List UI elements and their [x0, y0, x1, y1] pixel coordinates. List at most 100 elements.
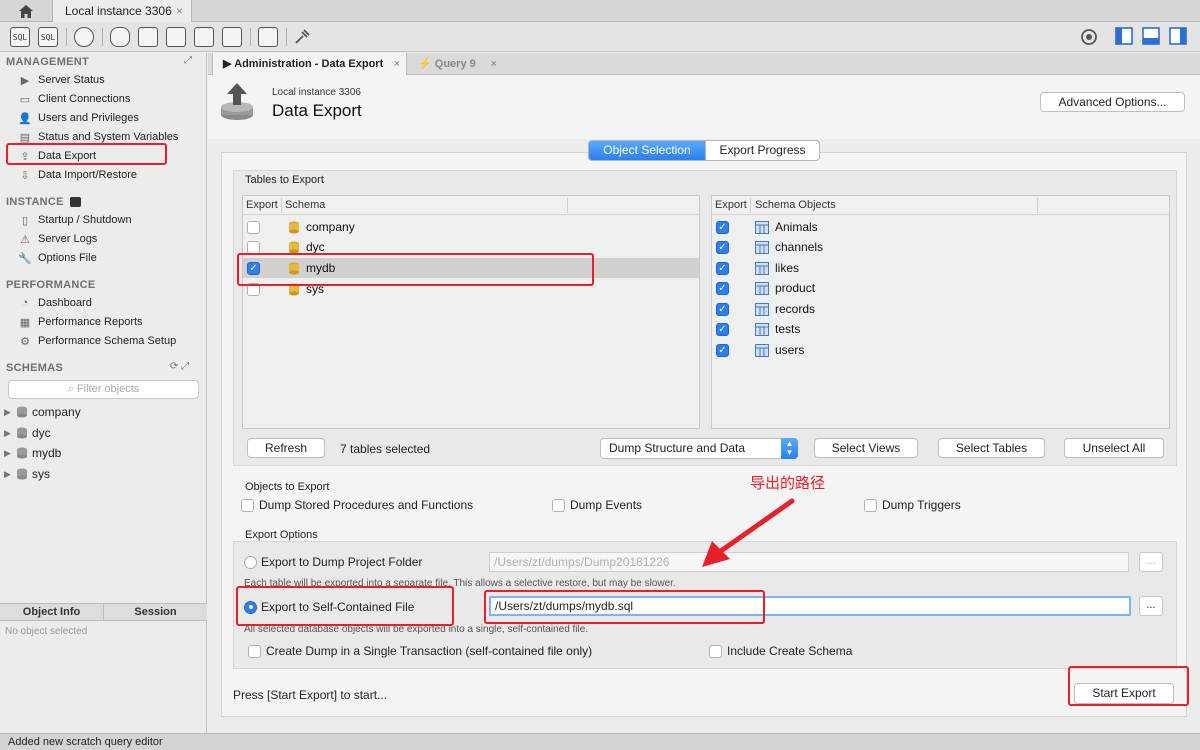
tab-object-selection[interactable]: Object Selection: [589, 141, 705, 160]
radio-button[interactable]: [244, 555, 257, 569]
dump-mode-select[interactable]: Dump Structure and Data ▲ ▼: [600, 438, 798, 459]
checkbox[interactable]: [552, 498, 565, 512]
close-icon[interactable]: ×: [176, 0, 183, 22]
create-table-icon[interactable]: [138, 27, 158, 47]
schema-row-mydb[interactable]: ✓ mydb: [243, 258, 699, 278]
export-checkbox[interactable]: ✓: [716, 322, 729, 336]
close-icon[interactable]: ×: [394, 53, 400, 75]
schema-filter-input[interactable]: ⌕ Filter objects: [8, 380, 199, 399]
schema-item-dyc[interactable]: ▶ dyc: [4, 424, 51, 442]
new-sql-tab-icon[interactable]: SQL: [10, 27, 30, 47]
sidebar-item-performance-reports[interactable]: ▦ Performance Reports: [18, 313, 143, 331]
toggle-sidebar-icon[interactable]: [1115, 27, 1135, 47]
schema-item-company[interactable]: ▶ company: [4, 403, 81, 421]
object-row-users[interactable]: ✓ users: [712, 340, 804, 360]
tab-object-info[interactable]: Object Info: [0, 604, 104, 620]
toggle-output-icon[interactable]: [1142, 27, 1162, 47]
home-tab[interactable]: [0, 0, 52, 22]
select-views-button[interactable]: Select Views: [814, 438, 918, 458]
sidebar-item-data-import[interactable]: ⇩ Data Import/Restore: [18, 166, 137, 184]
file-path-input[interactable]: /Users/zt/dumps/mydb.sql: [489, 596, 1131, 616]
schema-row-sys[interactable]: sys: [243, 279, 699, 299]
export-checkbox[interactable]: [247, 282, 260, 296]
object-row-likes[interactable]: ✓ likes: [712, 258, 799, 278]
disclosure-triangle-icon[interactable]: ▶: [4, 428, 14, 439]
export-checkbox[interactable]: ✓: [716, 261, 729, 275]
schema-item-sys[interactable]: ▶ sys: [4, 465, 50, 483]
schema-list-header: Export Schema: [243, 196, 699, 215]
connection-tab[interactable]: Local instance 3306 ×: [52, 0, 192, 22]
checkbox[interactable]: [864, 498, 877, 512]
object-row-channels[interactable]: ✓ channels: [712, 237, 823, 257]
inspector-icon[interactable]: [74, 27, 94, 47]
sidebar-item-startup-shutdown[interactable]: ▯ Startup / Shutdown: [18, 211, 132, 229]
export-checkbox[interactable]: [247, 220, 260, 234]
refresh-button[interactable]: Refresh: [247, 438, 325, 458]
select-tables-button[interactable]: Select Tables: [938, 438, 1045, 458]
browse-folder-button[interactable]: ...: [1139, 552, 1163, 572]
main-toolbar: SQL SQL: [0, 22, 1200, 52]
expand-icon[interactable]: ⤢: [184, 55, 192, 66]
object-row-animals[interactable]: ✓ Animals: [712, 217, 818, 237]
unselect-all-button[interactable]: Unselect All: [1064, 438, 1164, 458]
start-export-button[interactable]: Start Export: [1074, 683, 1174, 704]
sidebar-item-status-variables[interactable]: ▤ Status and System Variables: [18, 128, 179, 146]
single-transaction-checkbox[interactable]: Create Dump in a Single Transaction (sel…: [248, 644, 592, 658]
tab-session[interactable]: Session: [104, 604, 207, 620]
database-icon: [289, 262, 299, 274]
export-checkbox[interactable]: ✓: [716, 281, 729, 295]
sidebar-item-server-status[interactable]: ▶ Server Status: [18, 71, 105, 89]
open-sql-script-icon[interactable]: SQL: [38, 27, 58, 47]
sidebar-item-performance-schema-setup[interactable]: ⚙ Performance Schema Setup: [18, 332, 176, 350]
checkbox[interactable]: [248, 644, 261, 658]
export-checkbox[interactable]: ✓: [716, 240, 729, 254]
object-row-tests[interactable]: ✓ tests: [712, 319, 800, 339]
dump-events-checkbox[interactable]: Dump Events: [552, 498, 642, 512]
radio-button[interactable]: [244, 600, 257, 614]
tab-export-progress[interactable]: Export Progress: [704, 141, 819, 160]
sidebar-item-options-file[interactable]: 🔧 Options File: [18, 249, 97, 267]
schema-row-dyc[interactable]: dyc: [243, 237, 699, 257]
schema-item-mydb[interactable]: ▶ mydb: [4, 444, 61, 462]
reconnect-icon[interactable]: [292, 27, 312, 47]
object-row-product[interactable]: ✓ product: [712, 278, 815, 298]
close-icon[interactable]: ×: [491, 53, 497, 75]
disclosure-triangle-icon[interactable]: ▶: [4, 448, 14, 459]
sidebar-item-users-privileges[interactable]: 👤 Users and Privileges: [18, 109, 139, 127]
tab-query-9[interactable]: ⚡ Query 9 ×: [408, 53, 503, 75]
include-create-schema-checkbox[interactable]: Include Create Schema: [709, 644, 852, 658]
create-schema-icon[interactable]: [110, 27, 130, 47]
schema-row-company[interactable]: company: [243, 217, 699, 237]
export-checkbox[interactable]: ✓: [716, 343, 729, 357]
dump-triggers-checkbox[interactable]: Dump Triggers: [864, 498, 961, 512]
toggle-secondary-sidebar-icon[interactable]: [1169, 27, 1189, 47]
export-checkbox[interactable]: ✓: [247, 261, 260, 275]
export-to-folder-radio[interactable]: Export to Dump Project Folder: [244, 555, 422, 569]
search-table-data-icon[interactable]: [258, 27, 278, 47]
sidebar-item-data-export[interactable]: ⇪ Data Export: [18, 147, 96, 165]
tab-administration-data-export[interactable]: ▶ Administration - Data Export ×: [212, 53, 407, 75]
create-procedure-icon[interactable]: [194, 27, 214, 47]
refresh-schemas-icon[interactable]: ⟳ ⤢: [170, 361, 189, 372]
export-checkbox[interactable]: ✓: [716, 220, 729, 234]
export-to-file-radio[interactable]: Export to Self-Contained File: [244, 600, 414, 614]
folder-path-input[interactable]: /Users/zt/dumps/Dump20181226: [489, 552, 1129, 572]
instance-status-icon: [70, 197, 82, 208]
create-function-icon[interactable]: [222, 27, 242, 47]
start-hint-label: Press [Start Export] to start...: [233, 688, 388, 702]
sidebar-item-server-logs[interactable]: ⚠ Server Logs: [18, 230, 97, 248]
disclosure-triangle-icon[interactable]: ▶: [4, 469, 14, 480]
export-checkbox[interactable]: ✓: [716, 302, 729, 316]
sidebar-item-dashboard[interactable]: ◔ Dashboard: [18, 294, 92, 312]
browse-file-button[interactable]: ...: [1139, 596, 1163, 616]
dump-routines-checkbox[interactable]: Dump Stored Procedures and Functions: [241, 498, 473, 512]
preferences-icon[interactable]: [1079, 27, 1099, 47]
export-checkbox[interactable]: [247, 240, 260, 254]
object-row-records[interactable]: ✓ records: [712, 299, 815, 319]
disclosure-triangle-icon[interactable]: ▶: [4, 407, 14, 418]
create-view-icon[interactable]: [166, 27, 186, 47]
checkbox[interactable]: [241, 498, 254, 512]
checkbox[interactable]: [709, 644, 722, 658]
sidebar-item-client-connections[interactable]: ▭ Client Connections: [18, 90, 131, 108]
advanced-options-button[interactable]: Advanced Options...: [1040, 92, 1185, 112]
